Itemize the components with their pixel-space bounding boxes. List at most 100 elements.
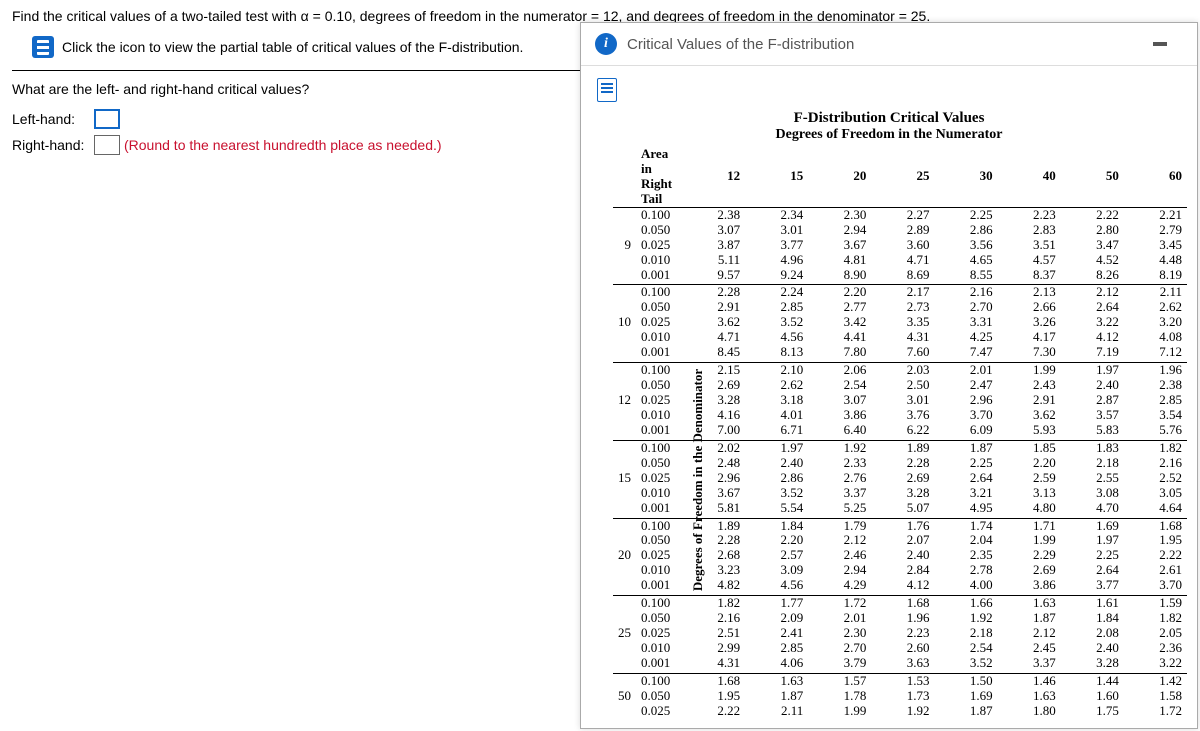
critical-value-cell: 2.21 bbox=[1124, 207, 1187, 222]
critical-value-cell: 3.13 bbox=[998, 486, 1061, 501]
critical-value-cell: 2.89 bbox=[871, 223, 934, 238]
critical-value-cell: 2.17 bbox=[871, 285, 934, 300]
critical-value-cell: 4.29 bbox=[808, 578, 871, 595]
denom-df-label bbox=[613, 518, 636, 533]
critical-value-cell: 1.96 bbox=[871, 611, 934, 626]
critical-value-cell: 4.41 bbox=[808, 330, 871, 345]
critical-value-cell: 1.77 bbox=[745, 596, 808, 611]
right-hand-input[interactable] bbox=[94, 135, 120, 155]
denom-df-label bbox=[613, 345, 636, 362]
critical-value-cell: 3.18 bbox=[745, 393, 808, 408]
critical-value-cell: 5.93 bbox=[998, 423, 1061, 440]
critical-value-cell: 2.22 bbox=[682, 704, 745, 721]
critical-value-cell: 2.13 bbox=[998, 285, 1061, 300]
critical-value-cell: 1.99 bbox=[998, 363, 1061, 378]
critical-value-cell: 2.16 bbox=[935, 285, 998, 300]
critical-value-cell: 2.76 bbox=[808, 471, 871, 486]
denom-df-label bbox=[613, 641, 636, 656]
critical-value-cell: 3.05 bbox=[1124, 486, 1187, 501]
alpha-level: 0.100 bbox=[636, 207, 682, 222]
critical-value-cell: 3.22 bbox=[1124, 656, 1187, 673]
table-link-icon[interactable] bbox=[32, 36, 54, 58]
critical-value-cell: 2.12 bbox=[998, 626, 1061, 641]
critical-value-cell: 1.68 bbox=[871, 596, 934, 611]
critical-value-cell: 4.56 bbox=[745, 578, 808, 595]
num-df-col: 12 bbox=[682, 147, 745, 207]
critical-value-cell: 2.25 bbox=[1061, 548, 1124, 563]
critical-value-cell: 1.82 bbox=[1124, 611, 1187, 626]
critical-value-cell: 1.97 bbox=[745, 440, 808, 455]
critical-value-cell: 2.18 bbox=[1061, 456, 1124, 471]
num-df-col: 60 bbox=[1124, 147, 1187, 207]
critical-value-cell: 2.40 bbox=[745, 456, 808, 471]
critical-value-cell: 1.92 bbox=[808, 440, 871, 455]
critical-value-cell: 2.06 bbox=[808, 363, 871, 378]
critical-value-cell: 8.55 bbox=[935, 268, 998, 285]
critical-value-cell: 2.94 bbox=[808, 223, 871, 238]
alpha-level: 0.010 bbox=[636, 641, 682, 656]
critical-value-cell: 2.35 bbox=[935, 548, 998, 563]
alpha-level: 0.050 bbox=[636, 300, 682, 315]
table-link-text[interactable]: Click the icon to view the partial table… bbox=[62, 39, 523, 55]
denom-df-label bbox=[613, 596, 636, 611]
critical-value-cell: 1.84 bbox=[1061, 611, 1124, 626]
critical-value-cell: 6.09 bbox=[935, 423, 998, 440]
critical-value-cell: 9.57 bbox=[682, 268, 745, 285]
critical-value-cell: 2.18 bbox=[935, 626, 998, 641]
critical-value-cell: 6.22 bbox=[871, 423, 934, 440]
critical-value-cell: 2.86 bbox=[935, 223, 998, 238]
critical-value-cell: 3.28 bbox=[871, 486, 934, 501]
critical-value-cell: 5.07 bbox=[871, 501, 934, 518]
document-icon[interactable] bbox=[597, 78, 617, 102]
critical-value-cell: 2.07 bbox=[871, 533, 934, 548]
alpha-level: 0.100 bbox=[636, 673, 682, 688]
critical-value-cell: 1.92 bbox=[935, 611, 998, 626]
denom-df-label: 12 bbox=[613, 393, 636, 408]
minimize-icon[interactable] bbox=[1153, 42, 1167, 46]
critical-value-cell: 2.79 bbox=[1124, 223, 1187, 238]
critical-value-cell: 3.20 bbox=[1124, 315, 1187, 330]
critical-value-cell: 9.24 bbox=[745, 268, 808, 285]
critical-value-cell: 3.21 bbox=[935, 486, 998, 501]
critical-value-cell: 4.00 bbox=[935, 578, 998, 595]
critical-value-cell: 1.42 bbox=[1124, 673, 1187, 688]
critical-value-cell: 2.36 bbox=[1124, 641, 1187, 656]
critical-value-cell: 4.06 bbox=[745, 656, 808, 673]
denom-df-label bbox=[613, 611, 636, 626]
alpha-level: 0.050 bbox=[636, 689, 682, 704]
critical-value-cell: 2.52 bbox=[1124, 471, 1187, 486]
y-axis-label: Degrees of Freedom in the Denominator bbox=[690, 369, 706, 591]
critical-value-cell: 3.07 bbox=[808, 393, 871, 408]
denom-df-label bbox=[613, 330, 636, 345]
critical-value-cell: 2.91 bbox=[998, 393, 1061, 408]
critical-value-cell: 2.51 bbox=[682, 626, 745, 641]
f-distribution-modal: i Critical Values of the F-distribution … bbox=[580, 22, 1198, 729]
critical-value-cell: 2.43 bbox=[998, 378, 1061, 393]
critical-value-cell: 5.25 bbox=[808, 501, 871, 518]
critical-value-cell: 1.46 bbox=[998, 673, 1061, 688]
denom-df-label bbox=[613, 268, 636, 285]
critical-value-cell: 2.22 bbox=[1124, 548, 1187, 563]
left-hand-input[interactable] bbox=[94, 109, 120, 129]
critical-value-cell: 8.19 bbox=[1124, 268, 1187, 285]
critical-value-cell: 2.29 bbox=[998, 548, 1061, 563]
denom-df-label: 20 bbox=[613, 548, 636, 563]
alpha-level: 0.001 bbox=[636, 501, 682, 518]
critical-value-cell: 3.62 bbox=[998, 408, 1061, 423]
critical-value-cell: 1.87 bbox=[935, 704, 998, 721]
critical-value-cell: 2.11 bbox=[745, 704, 808, 721]
critical-value-cell: 1.78 bbox=[808, 689, 871, 704]
critical-value-cell: 3.26 bbox=[998, 315, 1061, 330]
right-hand-label: Right-hand: bbox=[12, 137, 94, 153]
critical-value-cell: 3.42 bbox=[808, 315, 871, 330]
critical-value-cell: 2.01 bbox=[808, 611, 871, 626]
critical-value-cell: 8.26 bbox=[1061, 268, 1124, 285]
alpha-level: 0.100 bbox=[636, 518, 682, 533]
critical-value-cell: 1.97 bbox=[1061, 363, 1124, 378]
critical-value-cell: 2.70 bbox=[808, 641, 871, 656]
critical-value-cell: 4.71 bbox=[871, 253, 934, 268]
critical-value-cell: 2.94 bbox=[808, 563, 871, 578]
alpha-level: 0.050 bbox=[636, 611, 682, 626]
fdist-heading-2: Degrees of Freedom in the Numerator bbox=[591, 127, 1187, 143]
critical-value-cell: 2.30 bbox=[808, 626, 871, 641]
